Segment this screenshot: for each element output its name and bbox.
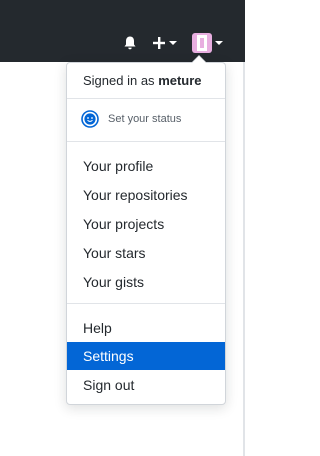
signed-in-prefix: Signed in as: [83, 73, 155, 88]
top-header: [0, 0, 245, 62]
dropdown-pointer: [191, 55, 207, 63]
avatar: [192, 33, 212, 53]
notifications-button[interactable]: [122, 33, 138, 53]
user-dropdown-menu: Signed in as meture Set your status Your…: [66, 55, 226, 405]
set-status-button[interactable]: Set your status: [81, 109, 181, 129]
page-edge-divider: [243, 62, 245, 456]
menu-item-settings[interactable]: Settings: [67, 342, 225, 370]
smiley-icon: [81, 110, 99, 128]
menu-item-your-profile[interactable]: Your profile: [67, 152, 225, 180]
signed-in-header: Signed in as meture: [83, 73, 202, 88]
caret-down-icon: [215, 41, 223, 45]
bell-icon: [124, 36, 136, 50]
user-menu-button[interactable]: [192, 33, 223, 53]
menu-item-help[interactable]: Help: [67, 314, 225, 342]
menu-item-your-stars[interactable]: Your stars: [67, 239, 225, 267]
menu-item-your-projects[interactable]: Your projects: [67, 210, 225, 238]
caret-down-icon: [169, 41, 177, 45]
divider: [67, 98, 225, 99]
create-new-button[interactable]: [152, 33, 177, 53]
menu-item-your-gists[interactable]: Your gists: [67, 268, 225, 296]
username: meture: [158, 73, 202, 88]
set-status-label: Set your status: [108, 113, 182, 125]
divider: [67, 141, 225, 142]
plus-icon: [153, 37, 165, 49]
menu-item-your-repositories[interactable]: Your repositories: [67, 181, 225, 209]
menu-item-sign-out[interactable]: Sign out: [67, 371, 225, 399]
divider: [67, 303, 225, 304]
